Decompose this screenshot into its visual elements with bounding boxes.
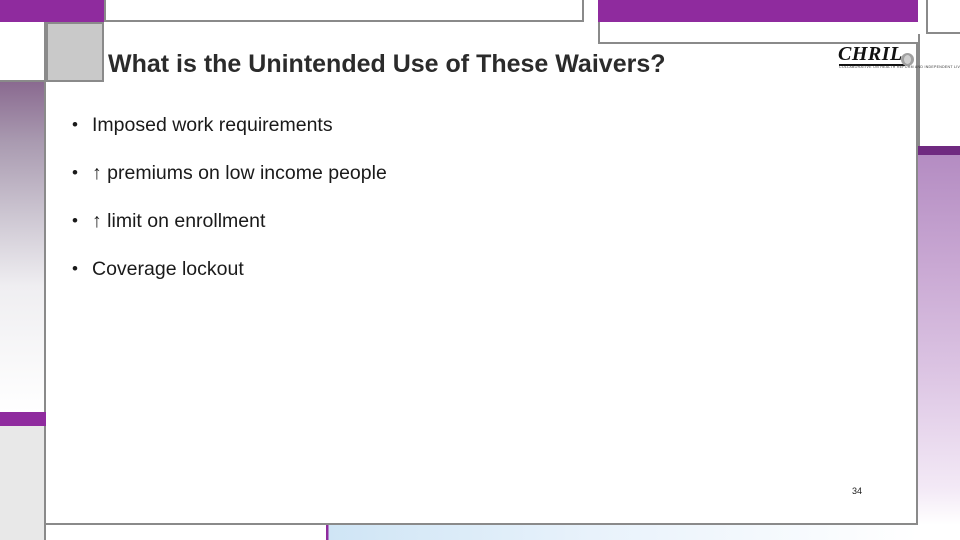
bullet-text: ↑ limit on enrollment	[92, 210, 266, 232]
bullet-marker: •	[72, 211, 78, 230]
slide-number: 34	[852, 486, 863, 496]
top-middle-bar	[104, 0, 584, 22]
bottom-gradient-strip	[326, 525, 918, 540]
left-corner-box	[0, 22, 46, 82]
left-purple-chunk	[0, 412, 46, 426]
bullet-marker: •	[72, 163, 78, 182]
top-far-right-box	[926, 0, 960, 34]
right-gradient-bar	[918, 155, 960, 525]
content-right-border	[916, 44, 918, 525]
bullet-marker: •	[72, 259, 78, 278]
logo-wordmark: CHRIL	[838, 43, 903, 65]
right-purple-chunk	[918, 146, 960, 155]
bullet-text: Imposed work requirements	[92, 114, 333, 136]
top-right-purple-bar	[598, 0, 918, 22]
slide-title: What is the Unintended Use of These Waiv…	[108, 50, 666, 78]
logo-tagline: COLLABORATIVE ON HEALTH REFORM AND INDEP…	[839, 65, 960, 69]
right-white-column	[918, 34, 960, 146]
bullet-list: • Imposed work requirements • ↑ premiums…	[72, 112, 892, 304]
title-accent-box	[46, 22, 104, 82]
bullet-text: ↑ premiums on low income people	[92, 162, 387, 184]
top-left-purple-block	[0, 0, 104, 22]
left-gradient-bar	[0, 82, 46, 412]
logo-sphere-icon	[901, 53, 914, 66]
bullet-text: Coverage lockout	[92, 258, 244, 280]
list-item: • ↑ limit on enrollment	[72, 208, 892, 234]
left-bottom-column	[0, 426, 46, 540]
list-item: • Coverage lockout	[72, 256, 892, 282]
chril-logo: CHRIL COLLABORATIVE ON HEALTH REFORM AND…	[838, 40, 960, 72]
slide: What is the Unintended Use of These Waiv…	[0, 0, 960, 540]
list-item: • Imposed work requirements	[72, 112, 892, 138]
bullet-marker: •	[72, 115, 78, 134]
bottom-strip-left	[46, 525, 326, 540]
list-item: • ↑ premiums on low income people	[72, 160, 892, 186]
